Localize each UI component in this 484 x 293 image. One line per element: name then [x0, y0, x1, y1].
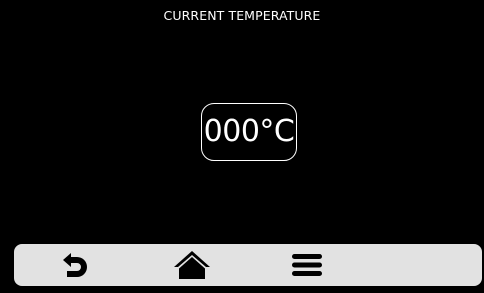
screen: CURRENT TEMPERATURE 000°C [0, 0, 484, 293]
bottom-navbar [14, 244, 482, 286]
back-arrow-icon [63, 253, 87, 277]
temperature-display: 000°C [201, 103, 297, 161]
menu-button[interactable] [277, 244, 337, 286]
home-button[interactable] [162, 244, 222, 286]
home-icon [174, 251, 210, 279]
page-title: CURRENT TEMPERATURE [163, 8, 321, 23]
back-button[interactable] [45, 244, 105, 286]
menu-icon [292, 254, 322, 276]
temperature-value: 000°C [203, 114, 295, 149]
